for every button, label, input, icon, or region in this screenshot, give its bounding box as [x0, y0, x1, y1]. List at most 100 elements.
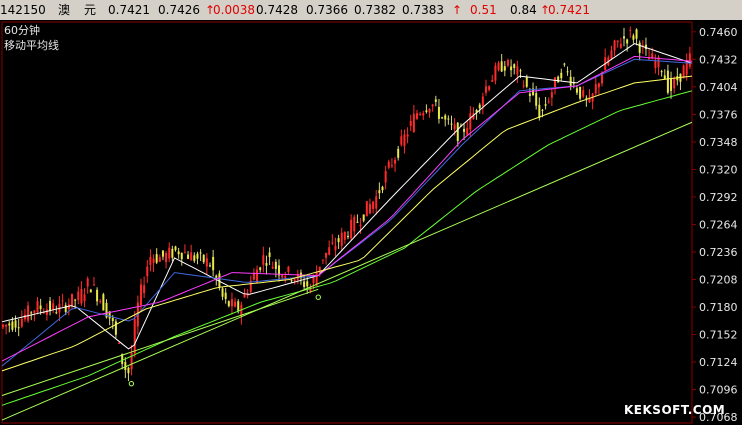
quote-pct: 0.51: [470, 3, 497, 17]
chart-period-label: 60分钟: [4, 24, 40, 37]
candle-body: [481, 96, 484, 107]
candle-body: [152, 258, 155, 264]
quote-code: 142150: [0, 3, 46, 17]
candle-body: [469, 113, 472, 130]
candle-body: [485, 86, 487, 93]
candle-body: [394, 159, 397, 164]
candle-body: [528, 93, 531, 97]
candle-body: [582, 90, 585, 97]
candle-body: [547, 101, 550, 103]
candle-body: [400, 136, 403, 145]
plot-frame: [1, 21, 693, 424]
candle-body: [221, 288, 224, 297]
candle-body: [597, 83, 600, 88]
candle-body: [343, 231, 346, 240]
candle-body: [92, 284, 95, 286]
candle-body: [325, 252, 328, 258]
candle-body: [575, 88, 578, 93]
candle-body: [102, 294, 105, 311]
candle-body: [331, 242, 334, 244]
candle-body: [86, 278, 89, 287]
candle-body: [49, 300, 52, 312]
candle-body: [284, 276, 287, 279]
candle-body: [431, 104, 434, 107]
candle-body: [187, 254, 190, 259]
moving-average-line-4: [1, 75, 693, 372]
y-tick-label: 0.7264: [699, 218, 738, 231]
candle-body: [638, 42, 641, 53]
candle-body: [372, 201, 375, 210]
candle-body: [2, 324, 4, 327]
candle-body: [688, 53, 691, 67]
candle-body: [623, 36, 625, 39]
candle-body: [506, 60, 509, 66]
candle-body: [146, 266, 149, 277]
y-tick-label: 0.7292: [699, 191, 738, 204]
quote-open: 0.7426: [158, 3, 200, 17]
candlestick-chart[interactable]: 0.7460 0.7432 0.7404 0.7376 0.7348 0.7320 0.72…: [0, 20, 742, 425]
candle-body: [337, 238, 340, 243]
candle-body: [133, 318, 136, 354]
candle-body: [666, 70, 669, 93]
candle-body: [71, 293, 73, 307]
candle-body: [17, 327, 20, 329]
y-tick-label: 0.7460: [699, 26, 738, 39]
moving-average-line-5: [1, 90, 693, 406]
candle-body: [437, 106, 440, 119]
candle-body: [654, 61, 657, 68]
quote-pct-arrow: ↑: [452, 3, 463, 17]
candle-body: [412, 113, 415, 132]
candle-body: [365, 201, 368, 217]
candle-body: [143, 285, 146, 294]
y-tick-label: 0.7320: [699, 163, 738, 176]
trend-line-1: [1, 121, 693, 421]
candle-body: [205, 258, 208, 267]
candle-body: [409, 120, 412, 126]
candle-body: [541, 109, 544, 111]
candle-body: [670, 78, 673, 91]
candle-body: [199, 252, 202, 254]
candle-body: [33, 310, 36, 313]
candle-body: [525, 77, 528, 87]
candle-body: [619, 43, 622, 48]
quote-ask: 0.7383: [402, 3, 444, 17]
candle-body: [271, 266, 274, 269]
candle-body: [463, 128, 466, 132]
candle-body: [359, 224, 362, 227]
candle-body: [303, 281, 306, 287]
candle-body: [30, 312, 33, 314]
candle-body: [118, 342, 121, 344]
candle-body: [579, 86, 582, 99]
candle-body: [673, 78, 676, 89]
candle-body: [74, 299, 77, 301]
quote-bar: 142150 澳 元 0.7421 0.7426 ↑ 0.0038 0.7428…: [0, 0, 742, 20]
quote-change: 0.0038: [213, 3, 255, 17]
candle-body: [375, 196, 378, 209]
candle-body: [5, 324, 8, 327]
candle-body: [500, 61, 503, 72]
candle-body: [14, 320, 17, 328]
candle-body: [635, 29, 638, 39]
candle-body: [212, 256, 215, 271]
y-tick-label: 0.7432: [699, 53, 738, 66]
candle-body: [155, 254, 158, 263]
candle-body: [234, 301, 237, 307]
candle-body: [390, 165, 393, 167]
candle-body: [585, 97, 588, 99]
candle-body: [663, 75, 666, 80]
candle-body: [350, 219, 353, 239]
candle-body: [497, 62, 500, 71]
pivot-marker: [315, 294, 321, 300]
candle-body: [290, 280, 293, 282]
candle-body: [428, 108, 431, 113]
candle-body: [629, 29, 632, 31]
candle-body: [510, 66, 513, 71]
indicator-label: 移动平均线: [4, 39, 59, 52]
candle-body: [45, 309, 48, 315]
candle-body: [441, 117, 444, 119]
candle-body: [161, 250, 164, 257]
candle-body: [594, 84, 597, 94]
candle-body: [287, 266, 290, 272]
candle-body: [538, 104, 541, 118]
candle-body: [544, 104, 547, 106]
